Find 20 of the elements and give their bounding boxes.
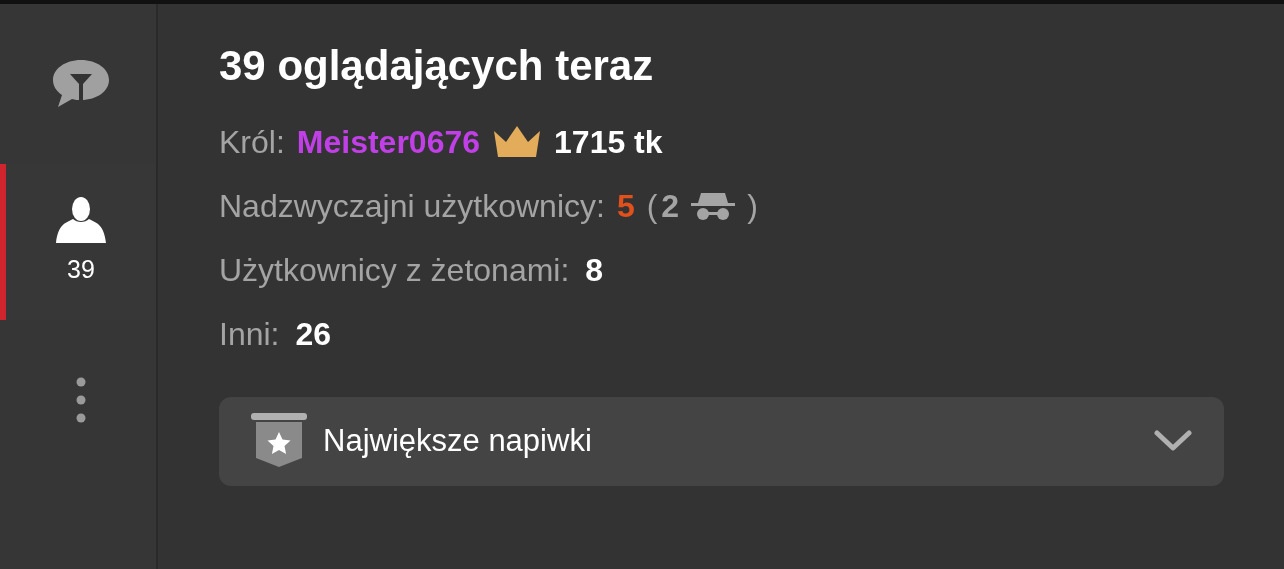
more-icon [76, 377, 86, 423]
others-label: Inni: [219, 314, 280, 353]
chevron-icon [1154, 430, 1192, 452]
king-label: Król: [219, 122, 285, 161]
hidden-users-count: 2 [661, 186, 680, 225]
crown-icon [492, 124, 543, 159]
special-users-count: 5 [616, 186, 635, 225]
paren-open: ( [646, 186, 658, 225]
king-tokens: 1715 tk [554, 122, 663, 161]
star-badge-icon [251, 413, 307, 469]
viewers-title: 39 oglądających teraz [219, 41, 655, 91]
token-users-label: Użytkownicy z żetonami: [219, 250, 570, 289]
viewer-count: 39 [67, 254, 95, 286]
top-tips-dropdown[interactable]: Największe napiwki [219, 396, 1224, 486]
special-users-label: Nadzwyczajni użytkownicy: [219, 186, 605, 225]
token-users-count: 8 [585, 250, 604, 289]
incognito-icon [691, 190, 736, 221]
paren-close: ) [747, 186, 758, 225]
others-count: 26 [295, 314, 332, 353]
person-icon [56, 195, 106, 244]
